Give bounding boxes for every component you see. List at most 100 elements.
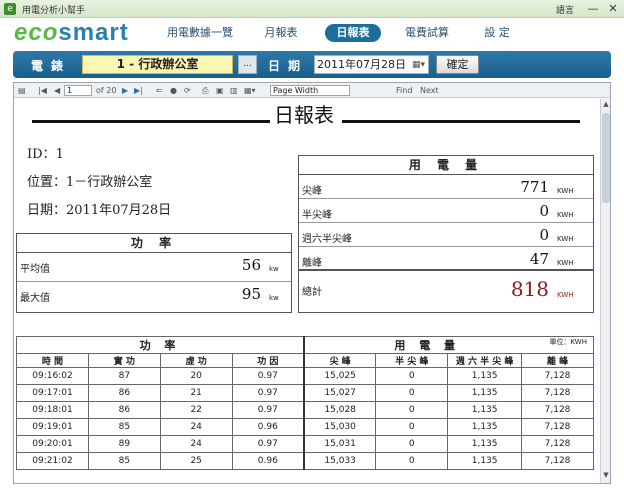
table-row: 09:19:01 85 24 0.96 15,030 0 1,135 7,128 [16, 418, 594, 436]
table-cell: 15,030 [302, 418, 377, 436]
next-page-icon[interactable]: ▶ [122, 85, 128, 96]
prev-page-icon[interactable]: ◀ [54, 85, 60, 96]
scroll-thumb[interactable] [602, 113, 610, 203]
table-cell: 7,128 [521, 367, 594, 385]
table-row: 09:17:01 86 21 0.97 15,027 0 1,135 7,128 [16, 384, 594, 402]
table-cell: 0.97 [231, 401, 305, 419]
nav-settings[interactable]: 設 定 [474, 24, 520, 42]
col-peak: 尖 峰 [302, 353, 377, 368]
title-rule-left [32, 120, 270, 123]
table-cell: 1,135 [447, 418, 523, 436]
power-summary: 功 率 平均值 56 kw 最大值 95 kw [16, 233, 292, 313]
ecosmart-logo: ecosmart [14, 19, 129, 46]
meter-label: 電錶 [31, 59, 72, 73]
back-icon[interactable]: ⇐ [156, 85, 163, 96]
vertical-scrollbar[interactable]: ▲ ▼ [600, 99, 610, 483]
main-navbar: ecosmart 用電數據一覽 月報表 日報表 電費試算 設 定 [0, 18, 624, 50]
zoom-select[interactable]: Page Width [270, 85, 350, 96]
col-real-power: 實 功 [87, 353, 161, 368]
table-cell: 0.96 [231, 418, 305, 436]
page-setup-icon[interactable]: ▣ [216, 85, 224, 96]
table-cell: 89 [87, 435, 161, 453]
table-row: 09:18:01 86 22 0.97 15,028 0 1,135 7,128 [16, 401, 594, 419]
table-row: 09:20:01 89 24 0.97 15,031 0 1,135 7,128 [16, 435, 594, 453]
toggle-sidebar-icon[interactable]: ▤ [18, 85, 26, 96]
nav-daily-report[interactable]: 日報表 [325, 24, 381, 42]
col-half-peak: 半 尖 峰 [375, 353, 449, 368]
first-page-icon[interactable]: |◀ [38, 85, 47, 96]
filter-toolbar: 電錶 1 - 行政辦公室 ... 日期 2011年07月28日 ▦▾ 確定 [13, 51, 611, 78]
next-link[interactable]: Next [420, 85, 439, 96]
window-title: 用電分析小幫手 [22, 6, 86, 16]
table-cell: 09:19:01 [16, 418, 89, 436]
energy-total-row: 總計 818 KWH [302, 277, 574, 301]
refresh-icon[interactable]: ⟳ [184, 85, 191, 96]
energy-off-peak-row: 離峰 47 KWH [299, 247, 593, 271]
page-count: of 20 [96, 86, 117, 95]
power-avg-row: 平均值 56 kw [17, 253, 291, 282]
meter-field[interactable]: 1 - 行政辦公室 [82, 55, 233, 74]
table-cell: 7,128 [521, 418, 594, 436]
viewer-toolbar: ▤ |◀ ◀ 1 of 20 ▶ ▶| ⇐ ● ⟳ ⎙ ▣ ▥ ▦▾ Page … [14, 83, 610, 98]
table-cell: 20 [159, 367, 233, 385]
table-cell: 0 [375, 452, 449, 470]
report-viewer: ▤ |◀ ◀ 1 of 20 ▶ ▶| ⇐ ● ⟳ ⎙ ▣ ▥ ▦▾ Page … [13, 82, 611, 484]
col-sat-half-peak: 週 六 半 尖 峰 [447, 353, 523, 368]
power-summary-heading: 功 率 [17, 234, 291, 253]
table-group-energy: 用 電 量 單位：KWH [302, 336, 594, 354]
table-cell: 15,028 [302, 401, 377, 419]
app-icon: e [4, 3, 16, 15]
table-cell: 0.97 [231, 367, 305, 385]
print-icon[interactable]: ⎙ [202, 85, 208, 96]
table-cell: 85 [87, 452, 161, 470]
confirm-button[interactable]: 確定 [436, 55, 479, 74]
page-number-input[interactable]: 1 [64, 85, 92, 96]
col-time: 時 間 [16, 353, 89, 368]
table-row: 09:16:02 87 20 0.97 15,025 0 1,135 7,128 [16, 367, 594, 385]
table-cell: 7,128 [521, 384, 594, 402]
energy-sat-half-peak-row: 週六半尖峰 0 KWH [299, 223, 593, 247]
table-cell: 0 [375, 418, 449, 436]
scroll-down-icon[interactable]: ▼ [601, 471, 610, 481]
calendar-icon[interactable]: ▦▾ [412, 57, 425, 74]
find-link[interactable]: Find [396, 85, 412, 96]
export-icon[interactable]: ▦▾ [244, 85, 256, 96]
energy-peak-row: 尖峰 771 KWH [299, 175, 593, 199]
nav-data-overview[interactable]: 用電數據一覽 [160, 24, 240, 42]
detail-table: 功 率 用 電 量 單位：KWH 時 間 實 功 虛 功 功 因 尖 峰 半 尖… [15, 336, 594, 470]
table-cell: 7,128 [521, 452, 594, 470]
table-header-row: 時 間 實 功 虛 功 功 因 尖 峰 半 尖 峰 週 六 半 尖 峰 離 峰 [16, 353, 594, 368]
table-cell: 0 [375, 367, 449, 385]
table-cell: 0.96 [231, 452, 305, 470]
energy-total-unit: KWH [557, 291, 574, 299]
table-cell: 7,128 [521, 435, 594, 453]
table-cell: 87 [87, 367, 161, 385]
nav-monthly-report[interactable]: 月報表 [258, 24, 304, 42]
date-field[interactable]: 2011年07月28日 ▦▾ [314, 55, 429, 74]
table-cell: 24 [159, 435, 233, 453]
daily-report-page: 日報表 ID：1 位置：1－行政辦公室 日期：2011年07月28日 功 率 平… [14, 99, 600, 483]
energy-summary-heading: 用 電 量 [299, 156, 593, 175]
table-unit-note: 單位：KWH [549, 338, 587, 346]
table-cell: 15,027 [302, 384, 377, 402]
stop-icon[interactable]: ● [170, 85, 177, 96]
table-cell: 15,031 [302, 435, 377, 453]
meter-id-line: ID：1 [27, 147, 64, 162]
scroll-up-icon[interactable]: ▲ [601, 100, 610, 110]
minimize-button[interactable]: — [584, 1, 602, 16]
meter-picker-button[interactable]: ... [238, 55, 257, 74]
table-cell: 86 [87, 401, 161, 419]
nav-bill-calc[interactable]: 電費試算 [398, 24, 456, 42]
table-cell: 0 [375, 401, 449, 419]
close-button[interactable]: ✕ [604, 1, 622, 16]
table-cell: 1,135 [447, 367, 523, 385]
table-cell: 15,025 [302, 367, 377, 385]
language-menu[interactable]: 語言 [556, 3, 574, 16]
table-cell: 25 [159, 452, 233, 470]
table-row: 09:21:02 85 25 0.96 15,033 0 1,135 7,128 [16, 452, 594, 470]
title-rule-right [342, 120, 580, 123]
last-page-icon[interactable]: ▶| [134, 85, 143, 96]
layout-icon[interactable]: ▥ [230, 85, 238, 96]
date-line: 日期：2011年07月28日 [27, 203, 172, 218]
table-cell: 09:18:01 [16, 401, 89, 419]
